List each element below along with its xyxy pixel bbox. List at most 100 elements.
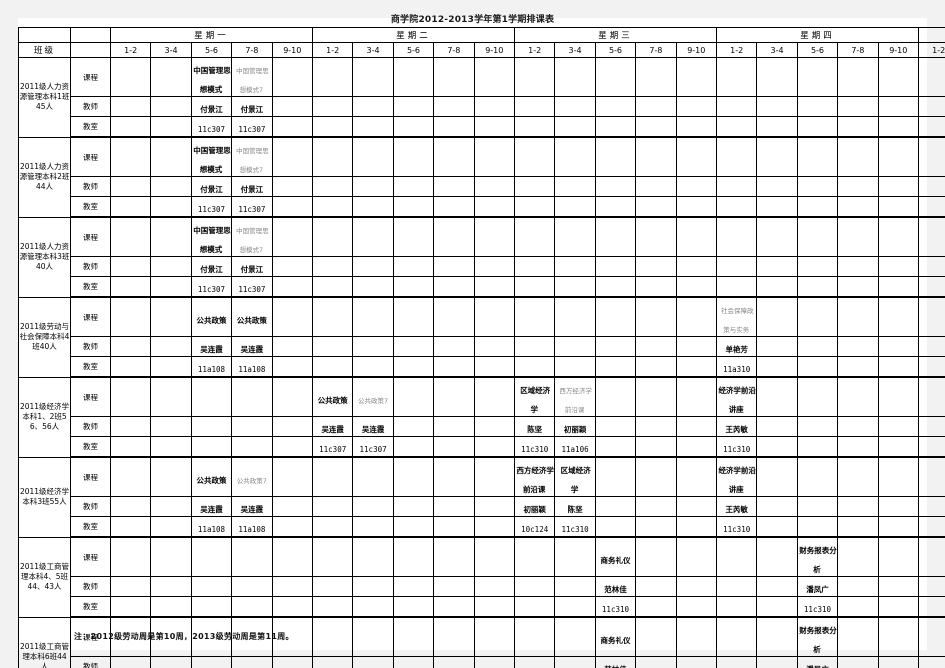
room-cell[interactable] [756,196,798,218]
teacher-cell[interactable]: 付景江 [231,176,273,197]
teacher-cell[interactable] [150,336,192,357]
course-cell[interactable] [392,616,435,657]
teacher-cell[interactable] [150,576,192,597]
teacher-cell[interactable] [271,176,314,197]
course-cell[interactable] [271,376,314,417]
teacher-cell[interactable] [352,496,394,517]
teacher-cell[interactable] [352,576,394,597]
room-cell[interactable] [554,356,596,378]
teacher-cell[interactable] [917,96,945,117]
course-cell[interactable] [796,216,839,257]
teacher-cell[interactable] [513,176,556,197]
course-cell[interactable] [109,216,152,257]
room-cell[interactable] [473,276,516,298]
room-cell[interactable] [150,436,192,458]
room-cell[interactable] [796,356,839,378]
teacher-cell[interactable] [433,256,475,277]
course-cell[interactable] [433,216,475,257]
teacher-cell[interactable]: 王芮敏 [715,496,758,517]
room-cell[interactable] [917,436,945,458]
room-cell[interactable] [837,516,879,538]
room-cell[interactable] [635,516,677,538]
teacher-cell[interactable] [150,96,192,117]
teacher-cell[interactable] [796,336,839,357]
room-cell[interactable] [311,196,354,218]
course-cell[interactable] [190,376,233,417]
room-cell[interactable]: 11c307 [231,196,273,218]
teacher-cell[interactable] [513,656,556,668]
room-cell[interactable] [150,276,192,298]
room-cell[interactable] [715,116,758,138]
course-cell[interactable] [311,616,354,657]
teacher-cell[interactable] [150,656,192,668]
course-cell[interactable] [473,136,516,177]
room-cell[interactable] [109,356,152,378]
course-cell[interactable] [352,456,394,497]
course-cell[interactable] [877,456,920,497]
course-cell[interactable] [473,376,516,417]
teacher-cell[interactable] [594,256,637,277]
course-cell[interactable] [513,136,556,177]
course-cell[interactable] [917,216,945,257]
teacher-cell[interactable] [513,336,556,357]
course-cell[interactable] [756,136,798,177]
course-cell[interactable] [231,536,273,577]
teacher-cell[interactable] [756,96,798,117]
teacher-cell[interactable] [392,656,435,668]
course-cell[interactable] [554,616,596,657]
teacher-cell[interactable] [675,176,718,197]
course-cell[interactable] [473,57,516,97]
course-cell[interactable] [352,57,394,97]
teacher-cell[interactable] [271,656,314,668]
course-cell[interactable] [392,536,435,577]
course-cell[interactable] [190,536,233,577]
room-cell[interactable]: 11a108 [231,516,273,538]
course-cell[interactable] [231,376,273,417]
room-cell[interactable] [635,436,677,458]
teacher-cell[interactable] [837,416,879,437]
course-cell[interactable]: 中国管理思想模式7 [231,216,273,257]
room-cell[interactable] [433,356,475,378]
teacher-cell[interactable]: 范林佳 [594,656,637,668]
course-cell[interactable] [837,536,879,577]
course-cell[interactable] [513,57,556,97]
room-cell[interactable] [271,196,314,218]
course-cell[interactable]: 公共政策 [190,456,233,497]
teacher-cell[interactable] [352,256,394,277]
room-cell[interactable] [635,196,677,218]
course-cell[interactable] [271,216,314,257]
teacher-cell[interactable]: 王芮敏 [715,416,758,437]
course-cell[interactable] [554,136,596,177]
course-cell[interactable] [513,616,556,657]
room-cell[interactable] [311,596,354,618]
room-cell[interactable] [433,196,475,218]
teacher-cell[interactable] [877,496,920,517]
teacher-cell[interactable] [917,176,945,197]
course-cell[interactable] [271,136,314,177]
teacher-cell[interactable] [231,656,273,668]
teacher-cell[interactable] [473,656,516,668]
teacher-cell[interactable] [837,496,879,517]
room-cell[interactable] [877,516,920,538]
course-cell[interactable] [433,536,475,577]
teacher-cell[interactable] [473,336,516,357]
teacher-cell[interactable] [554,336,596,357]
room-cell[interactable]: 10c124 [513,516,556,538]
teacher-cell[interactable] [231,416,273,437]
teacher-cell[interactable] [594,416,637,437]
room-cell[interactable] [109,196,152,218]
course-cell[interactable]: 经济学前沿讲座 [715,456,758,497]
teacher-cell[interactable] [513,96,556,117]
course-cell[interactable] [837,616,879,657]
room-cell[interactable] [150,356,192,378]
teacher-cell[interactable] [473,496,516,517]
teacher-cell[interactable] [877,256,920,277]
teacher-cell[interactable] [877,176,920,197]
room-cell[interactable] [877,196,920,218]
room-cell[interactable] [513,276,556,298]
teacher-cell[interactable] [473,256,516,277]
room-cell[interactable] [715,276,758,298]
room-cell[interactable] [311,116,354,138]
course-cell[interactable]: 公共政策7 [231,456,273,497]
course-cell[interactable] [311,456,354,497]
